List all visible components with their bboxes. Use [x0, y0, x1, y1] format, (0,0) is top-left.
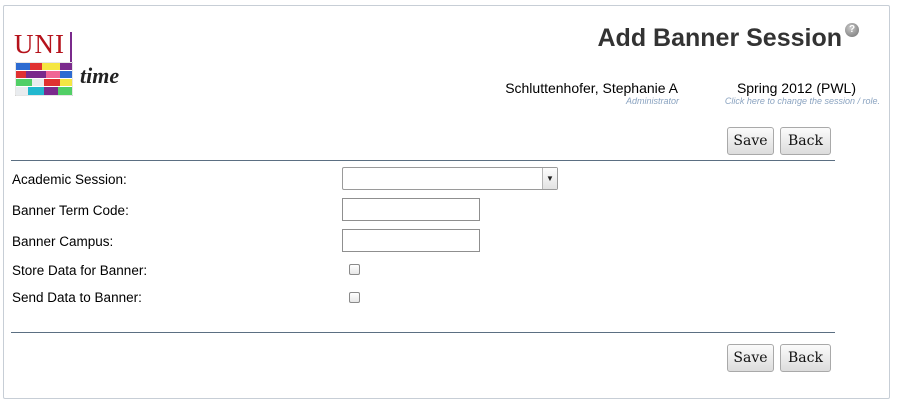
logo-timetable-grid — [15, 62, 73, 96]
user-role: Administrator — [625, 96, 679, 106]
back-button-bottom[interactable]: Back — [780, 344, 831, 372]
save-button-bottom[interactable]: Save — [727, 344, 774, 372]
footer-divider — [11, 332, 835, 333]
academic-session-label: Academic Session: — [12, 172, 127, 187]
session-selector[interactable]: Spring 2012 (PWL) — [700, 80, 856, 96]
academic-session-select[interactable]: ▼ — [342, 167, 558, 190]
save-button-top[interactable]: Save — [727, 127, 774, 155]
store-data-checkbox[interactable] — [349, 264, 360, 275]
help-icon[interactable]: ? — [845, 23, 859, 37]
unitime-logo[interactable]: UNI time — [13, 29, 133, 101]
banner-campus-input[interactable] — [342, 229, 480, 252]
banner-campus-label: Banner Campus: — [12, 234, 114, 249]
session-hint[interactable]: Click here to change the session / role. — [690, 96, 880, 106]
banner-term-code-label: Banner Term Code: — [12, 203, 129, 218]
logo-time-text: time — [80, 63, 120, 88]
logo-uni-text: UNI — [14, 29, 65, 59]
send-data-label: Send Data to Banner: — [12, 290, 142, 305]
user-name[interactable]: Schluttenhofer, Stephanie A — [480, 80, 678, 96]
store-data-label: Store Data for Banner: — [12, 263, 148, 278]
page-title: Add Banner Session — [597, 24, 843, 52]
header-divider — [11, 160, 835, 161]
banner-term-code-input[interactable] — [342, 198, 480, 221]
back-button-top[interactable]: Back — [780, 127, 831, 155]
send-data-checkbox[interactable] — [349, 292, 360, 303]
dropdown-arrow-icon[interactable]: ▼ — [542, 168, 557, 189]
